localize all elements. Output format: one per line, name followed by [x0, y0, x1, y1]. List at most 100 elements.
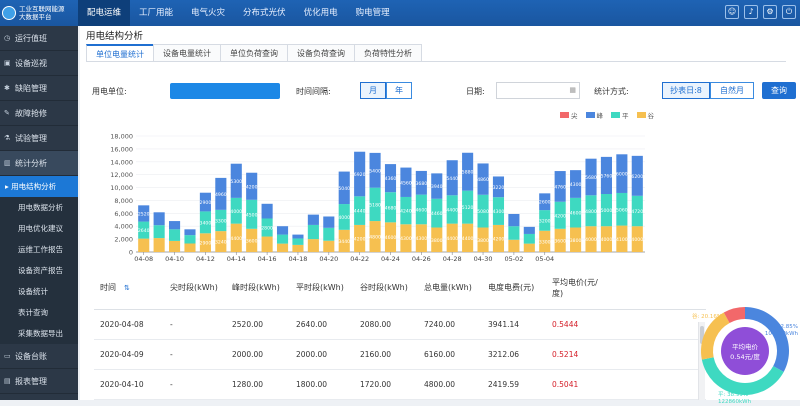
sidebar-item-6[interactable]: 表计查询 — [0, 302, 78, 323]
sidebar-group-2[interactable]: ✱ 缺陷管理 — [0, 76, 78, 101]
sidebar-group-5[interactable]: ▥ 统计分析 — [0, 151, 78, 176]
topnav-item-3[interactable]: 分布式光伏 — [234, 0, 295, 26]
sidebar-group-bottom-1[interactable]: ▤ 报表管理 — [0, 369, 78, 394]
bar-segment[interactable] — [138, 238, 150, 252]
column-header-label: 平均电价(元/度) — [552, 277, 598, 298]
table-cell: 1280.00 — [232, 380, 264, 389]
table-row[interactable]: 2020-04-09 - 2000.00 2000.00 2160.00 6160.00 3… — [94, 340, 706, 370]
table-cell: 2640.00 — [296, 320, 328, 329]
column-header-label: 峰时段(kWh) — [232, 283, 280, 292]
bar-segment[interactable] — [508, 213, 520, 227]
tab-1[interactable]: 设备电量统计 — [153, 44, 221, 61]
bar-segment[interactable] — [184, 235, 196, 244]
top-bar: 工业互联网能源 大数据平台 配电运维 工厂用能 电气火灾 分布式光伏 优化用电 购电管理 … — [0, 0, 800, 26]
x-tick-label: 04-18 — [289, 255, 308, 262]
sidebar-group-4[interactable]: ⚗ 试验管理 — [0, 126, 78, 151]
table-cell: 2020-04-08 — [100, 320, 144, 329]
stat-meterday-button[interactable]: 抄表日:8 — [662, 82, 710, 99]
sidebar-group-label: 缺陷管理 — [15, 83, 47, 93]
bar-segment[interactable] — [153, 212, 165, 226]
bar-segment[interactable] — [153, 225, 165, 239]
sidebar-item-4[interactable]: 设备资产报告 — [0, 260, 78, 281]
sidebar-item-0[interactable]: ▸ 用电结构分析 — [0, 176, 78, 197]
tab-3[interactable]: 设备负荷查询 — [287, 44, 355, 61]
date-input[interactable]: ▦ — [496, 82, 580, 99]
sidebar-item-2[interactable]: 用电优化建议 — [0, 218, 78, 239]
bar-segment[interactable] — [323, 216, 335, 228]
bar-segment[interactable] — [307, 239, 319, 252]
donut-center-title: 平均电价 — [732, 342, 759, 351]
bar-segment[interactable] — [323, 227, 335, 241]
topnav-item-4[interactable]: 优化用电 — [295, 0, 347, 26]
bar-segment[interactable] — [523, 233, 535, 244]
table-cell: 2020-04-10 — [100, 380, 144, 389]
sidebar-item-5[interactable]: 设备统计 — [0, 281, 78, 302]
flask-icon: ⚗ — [4, 133, 11, 142]
user-icon[interactable]: ☺ — [725, 5, 739, 19]
topnav-item-1[interactable]: 工厂用能 — [130, 0, 182, 26]
column-header: 平时段(kWh) — [290, 282, 354, 293]
bar-segment[interactable] — [153, 238, 165, 252]
bar-segment[interactable] — [323, 240, 335, 252]
sidebar-group-1[interactable]: ▣ 设备巡视 — [0, 51, 78, 76]
sidebar-item-label: 采集数据导出 — [18, 329, 63, 338]
bar-segment[interactable] — [261, 203, 273, 219]
bar-segment[interactable] — [261, 236, 273, 252]
tab-4[interactable]: 负荷特性分析 — [354, 44, 422, 61]
bar-segment[interactable] — [523, 243, 535, 252]
sidebar-item-3[interactable]: 运维工作报告 — [0, 239, 78, 260]
tab-2[interactable]: 单位负荷查询 — [220, 44, 288, 61]
bar-segment[interactable] — [169, 221, 181, 230]
bar-data-label: 3200 — [539, 218, 551, 224]
bar-data-label: 5680 — [585, 175, 597, 181]
bar-segment[interactable] — [292, 244, 304, 252]
sort-icon[interactable]: ⇅ — [124, 284, 130, 292]
bar-data-label: 3300 — [539, 239, 551, 245]
bar-segment[interactable] — [307, 224, 319, 240]
sidebar-item-7[interactable]: 采集数据导出 — [0, 323, 78, 344]
x-tick-label: 04-14 — [227, 255, 246, 262]
sidebar-item-1[interactable]: 用电数据分析 — [0, 197, 78, 218]
bar-segment[interactable] — [508, 239, 520, 252]
table-header-row: 时间 ⇅ 尖时段(kWh) 峰时段(kWh) 平时段(kWh) 谷时段(kWh) 总电量(k… — [94, 266, 706, 310]
bell-icon[interactable]: ♪ — [744, 5, 758, 19]
bar-segment[interactable] — [184, 243, 196, 252]
topnav-item-0[interactable]: 配电运维 — [78, 0, 131, 26]
interval-year-button[interactable]: 年 — [386, 82, 412, 99]
sidebar-group-3[interactable]: ✎ 故障抢修 — [0, 101, 78, 126]
bar-segment[interactable] — [276, 234, 289, 244]
table-cell: 2160.00 — [360, 350, 392, 359]
bar-segment[interactable] — [169, 240, 181, 252]
y-tick-label: 0 — [129, 249, 133, 257]
unit-select[interactable] — [170, 83, 280, 99]
column-header[interactable]: 时间 ⇅ — [94, 282, 164, 293]
bar-segment[interactable] — [276, 243, 289, 252]
bar-data-label: 5040 — [338, 186, 350, 192]
tab-0[interactable]: 单位电量统计 — [86, 44, 154, 61]
column-header: 峰时段(kWh) — [226, 282, 290, 293]
power-icon[interactable]: ⏻ — [782, 5, 796, 19]
bar-segment[interactable] — [184, 229, 196, 236]
topnav-item-5[interactable]: 购电管理 — [347, 0, 399, 26]
y-tick-label: 2,000 — [114, 236, 133, 244]
bar-segment[interactable] — [508, 226, 520, 240]
settings-icon[interactable]: ⚙ — [763, 5, 777, 19]
bar-segment[interactable] — [292, 238, 304, 245]
y-tick-label: 4,000 — [114, 223, 133, 231]
bar-segment[interactable] — [276, 226, 289, 235]
sidebar-group-bottom-0[interactable]: ▭ 设备台账 — [0, 344, 78, 369]
query-button[interactable]: 查询 — [762, 82, 796, 99]
bar-data-label: 5180 — [369, 202, 381, 208]
interval-month-button[interactable]: 月 — [360, 82, 386, 99]
bar-segment[interactable] — [169, 229, 181, 241]
bar-segment[interactable] — [292, 234, 304, 239]
app-logo[interactable]: 工业互联网能源 大数据平台 — [2, 2, 76, 24]
bar-segment[interactable] — [307, 214, 319, 225]
donut-label: 平: 38.99% — [718, 391, 748, 398]
stat-natural-month-button[interactable]: 自然月 — [710, 82, 754, 99]
table-row[interactable]: 2020-04-08 - 2520.00 2640.00 2080.00 7240.00 3… — [94, 310, 706, 340]
sidebar-group-0[interactable]: ◷ 运行值班 — [0, 26, 78, 51]
topnav-item-2[interactable]: 电气火灾 — [182, 0, 234, 26]
table-row[interactable]: 2020-04-10 - 1280.00 1800.00 1720.00 4800.00 2… — [94, 370, 706, 400]
bar-segment[interactable] — [523, 226, 535, 234]
